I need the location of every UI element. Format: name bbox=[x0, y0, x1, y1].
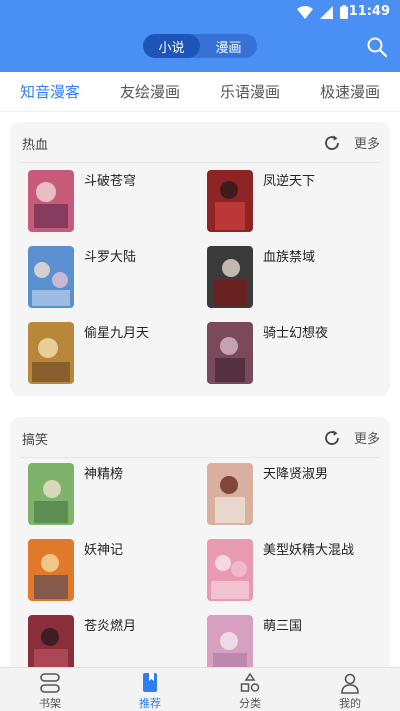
segment-novel[interactable]: 小说 bbox=[143, 34, 200, 58]
nav-category[interactable]: 分类 bbox=[200, 668, 300, 711]
tab-zhiyin[interactable]: 知音漫客 bbox=[0, 72, 100, 111]
nav-label: 推荐 bbox=[139, 697, 161, 710]
section-header: 搞笑 更多 bbox=[10, 417, 390, 457]
comic-title: 血族禁域 bbox=[263, 250, 316, 265]
profile-icon bbox=[341, 673, 359, 694]
app-header: 小说 漫画 bbox=[0, 24, 400, 72]
cover-image bbox=[28, 539, 74, 601]
cover-image bbox=[28, 615, 74, 667]
divider bbox=[20, 162, 380, 163]
bookshelf-icon bbox=[40, 673, 60, 693]
nav-label: 分类 bbox=[239, 697, 261, 710]
cover-image bbox=[28, 246, 74, 308]
nav-bookshelf[interactable]: 书架 bbox=[0, 668, 100, 711]
comic-title: 偷星九月天 bbox=[84, 326, 150, 341]
nav-profile[interactable]: 我的 bbox=[300, 668, 400, 711]
comic-title: 斗罗大陆 bbox=[84, 250, 137, 265]
cover-image bbox=[28, 170, 74, 232]
category-shapes-icon bbox=[240, 672, 260, 692]
comic-title: 斗破苍穹 bbox=[84, 174, 137, 189]
section-title: 搞笑 bbox=[22, 433, 49, 448]
comic-cover bbox=[28, 539, 74, 601]
comic-item[interactable]: 斗罗大陆 bbox=[28, 246, 208, 310]
section-header: 热血 更多 bbox=[10, 122, 390, 162]
status-bar: 11:49 bbox=[0, 0, 400, 24]
comic-title: 萌三国 bbox=[263, 619, 303, 634]
comic-item[interactable]: 萌三国 bbox=[207, 615, 387, 667]
comic-item[interactable]: 天降贤淑男 bbox=[207, 463, 387, 527]
bottom-nav: 书架 推荐 分类 我的 bbox=[0, 667, 400, 711]
more-button[interactable]: 更多 bbox=[354, 428, 380, 447]
comic-item[interactable]: 骑士幻想夜 bbox=[207, 322, 387, 386]
status-icons bbox=[297, 4, 348, 20]
comic-item[interactable]: 血族禁域 bbox=[207, 246, 387, 310]
tab-jisu[interactable]: 极速漫画 bbox=[300, 72, 400, 111]
tab-leyu[interactable]: 乐语漫画 bbox=[200, 72, 300, 111]
comic-cover bbox=[28, 246, 74, 308]
comic-cover bbox=[207, 246, 253, 308]
comic-title: 美型妖精大混战 bbox=[263, 543, 355, 558]
content-type-switch: 小说 漫画 bbox=[143, 34, 257, 58]
comic-item[interactable]: 神精榜 bbox=[28, 463, 208, 527]
cover-image bbox=[207, 170, 253, 232]
comic-cover bbox=[28, 322, 74, 384]
battery-icon bbox=[340, 5, 348, 19]
comic-cover bbox=[207, 322, 253, 384]
comic-cover bbox=[207, 615, 253, 667]
signal-icon bbox=[320, 5, 333, 19]
comic-cover bbox=[207, 539, 253, 601]
refresh-icon[interactable] bbox=[323, 134, 341, 152]
comic-item[interactable]: 妖神记 bbox=[28, 539, 208, 603]
divider bbox=[20, 457, 380, 458]
comic-cover bbox=[28, 615, 74, 667]
comic-item[interactable]: 美型妖精大混战 bbox=[207, 539, 387, 603]
cover-image bbox=[207, 322, 253, 384]
search-icon[interactable] bbox=[366, 36, 388, 58]
cover-image bbox=[207, 615, 253, 667]
comic-cover bbox=[207, 170, 253, 232]
comic-item[interactable]: 偷星九月天 bbox=[28, 322, 208, 386]
cover-image bbox=[207, 539, 253, 601]
comic-title: 神精榜 bbox=[84, 467, 124, 482]
cover-image bbox=[28, 322, 74, 384]
comic-title: 骑士幻想夜 bbox=[263, 326, 329, 341]
nav-label: 书架 bbox=[39, 697, 61, 710]
comic-cover bbox=[28, 463, 74, 525]
nav-label: 我的 bbox=[339, 697, 361, 710]
comic-cover bbox=[207, 463, 253, 525]
recommend-content[interactable]: 热血 更多 斗破苍穹 凤逆天下 斗罗大陆 血族禁域 偷星九月天 骑士幻想夜 搞笑… bbox=[0, 112, 400, 667]
cover-image bbox=[28, 463, 74, 525]
nav-recommend[interactable]: 推荐 bbox=[100, 668, 200, 711]
tab-youhui[interactable]: 友绘漫画 bbox=[100, 72, 200, 111]
cover-image bbox=[207, 463, 253, 525]
comic-title: 妖神记 bbox=[84, 543, 124, 558]
section-title: 热血 bbox=[22, 138, 49, 153]
comic-title: 凤逆天下 bbox=[263, 174, 316, 189]
comic-item[interactable]: 凤逆天下 bbox=[207, 170, 387, 234]
bookmark-icon bbox=[143, 673, 157, 692]
refresh-icon[interactable] bbox=[323, 429, 341, 447]
section-card-hotblood: 热血 更多 斗破苍穹 凤逆天下 斗罗大陆 血族禁域 偷星九月天 骑士幻想夜 bbox=[10, 122, 390, 396]
cover-image bbox=[207, 246, 253, 308]
more-button[interactable]: 更多 bbox=[354, 133, 380, 152]
status-time: 11:49 bbox=[348, 4, 390, 19]
comic-title: 天降贤淑男 bbox=[263, 467, 329, 482]
section-card-comedy: 搞笑 更多 神精榜 天降贤淑男 妖神记 美型妖精大混战 苍炎燃月 萌三国 bbox=[10, 417, 390, 667]
comic-item[interactable]: 苍炎燃月 bbox=[28, 615, 208, 667]
comic-cover bbox=[28, 170, 74, 232]
source-tabs: 知音漫客 友绘漫画 乐语漫画 极速漫画 bbox=[0, 72, 400, 112]
wifi-icon bbox=[297, 5, 313, 19]
comic-item[interactable]: 斗破苍穹 bbox=[28, 170, 208, 234]
comic-title: 苍炎燃月 bbox=[84, 619, 137, 634]
segment-comic[interactable]: 漫画 bbox=[200, 34, 257, 58]
